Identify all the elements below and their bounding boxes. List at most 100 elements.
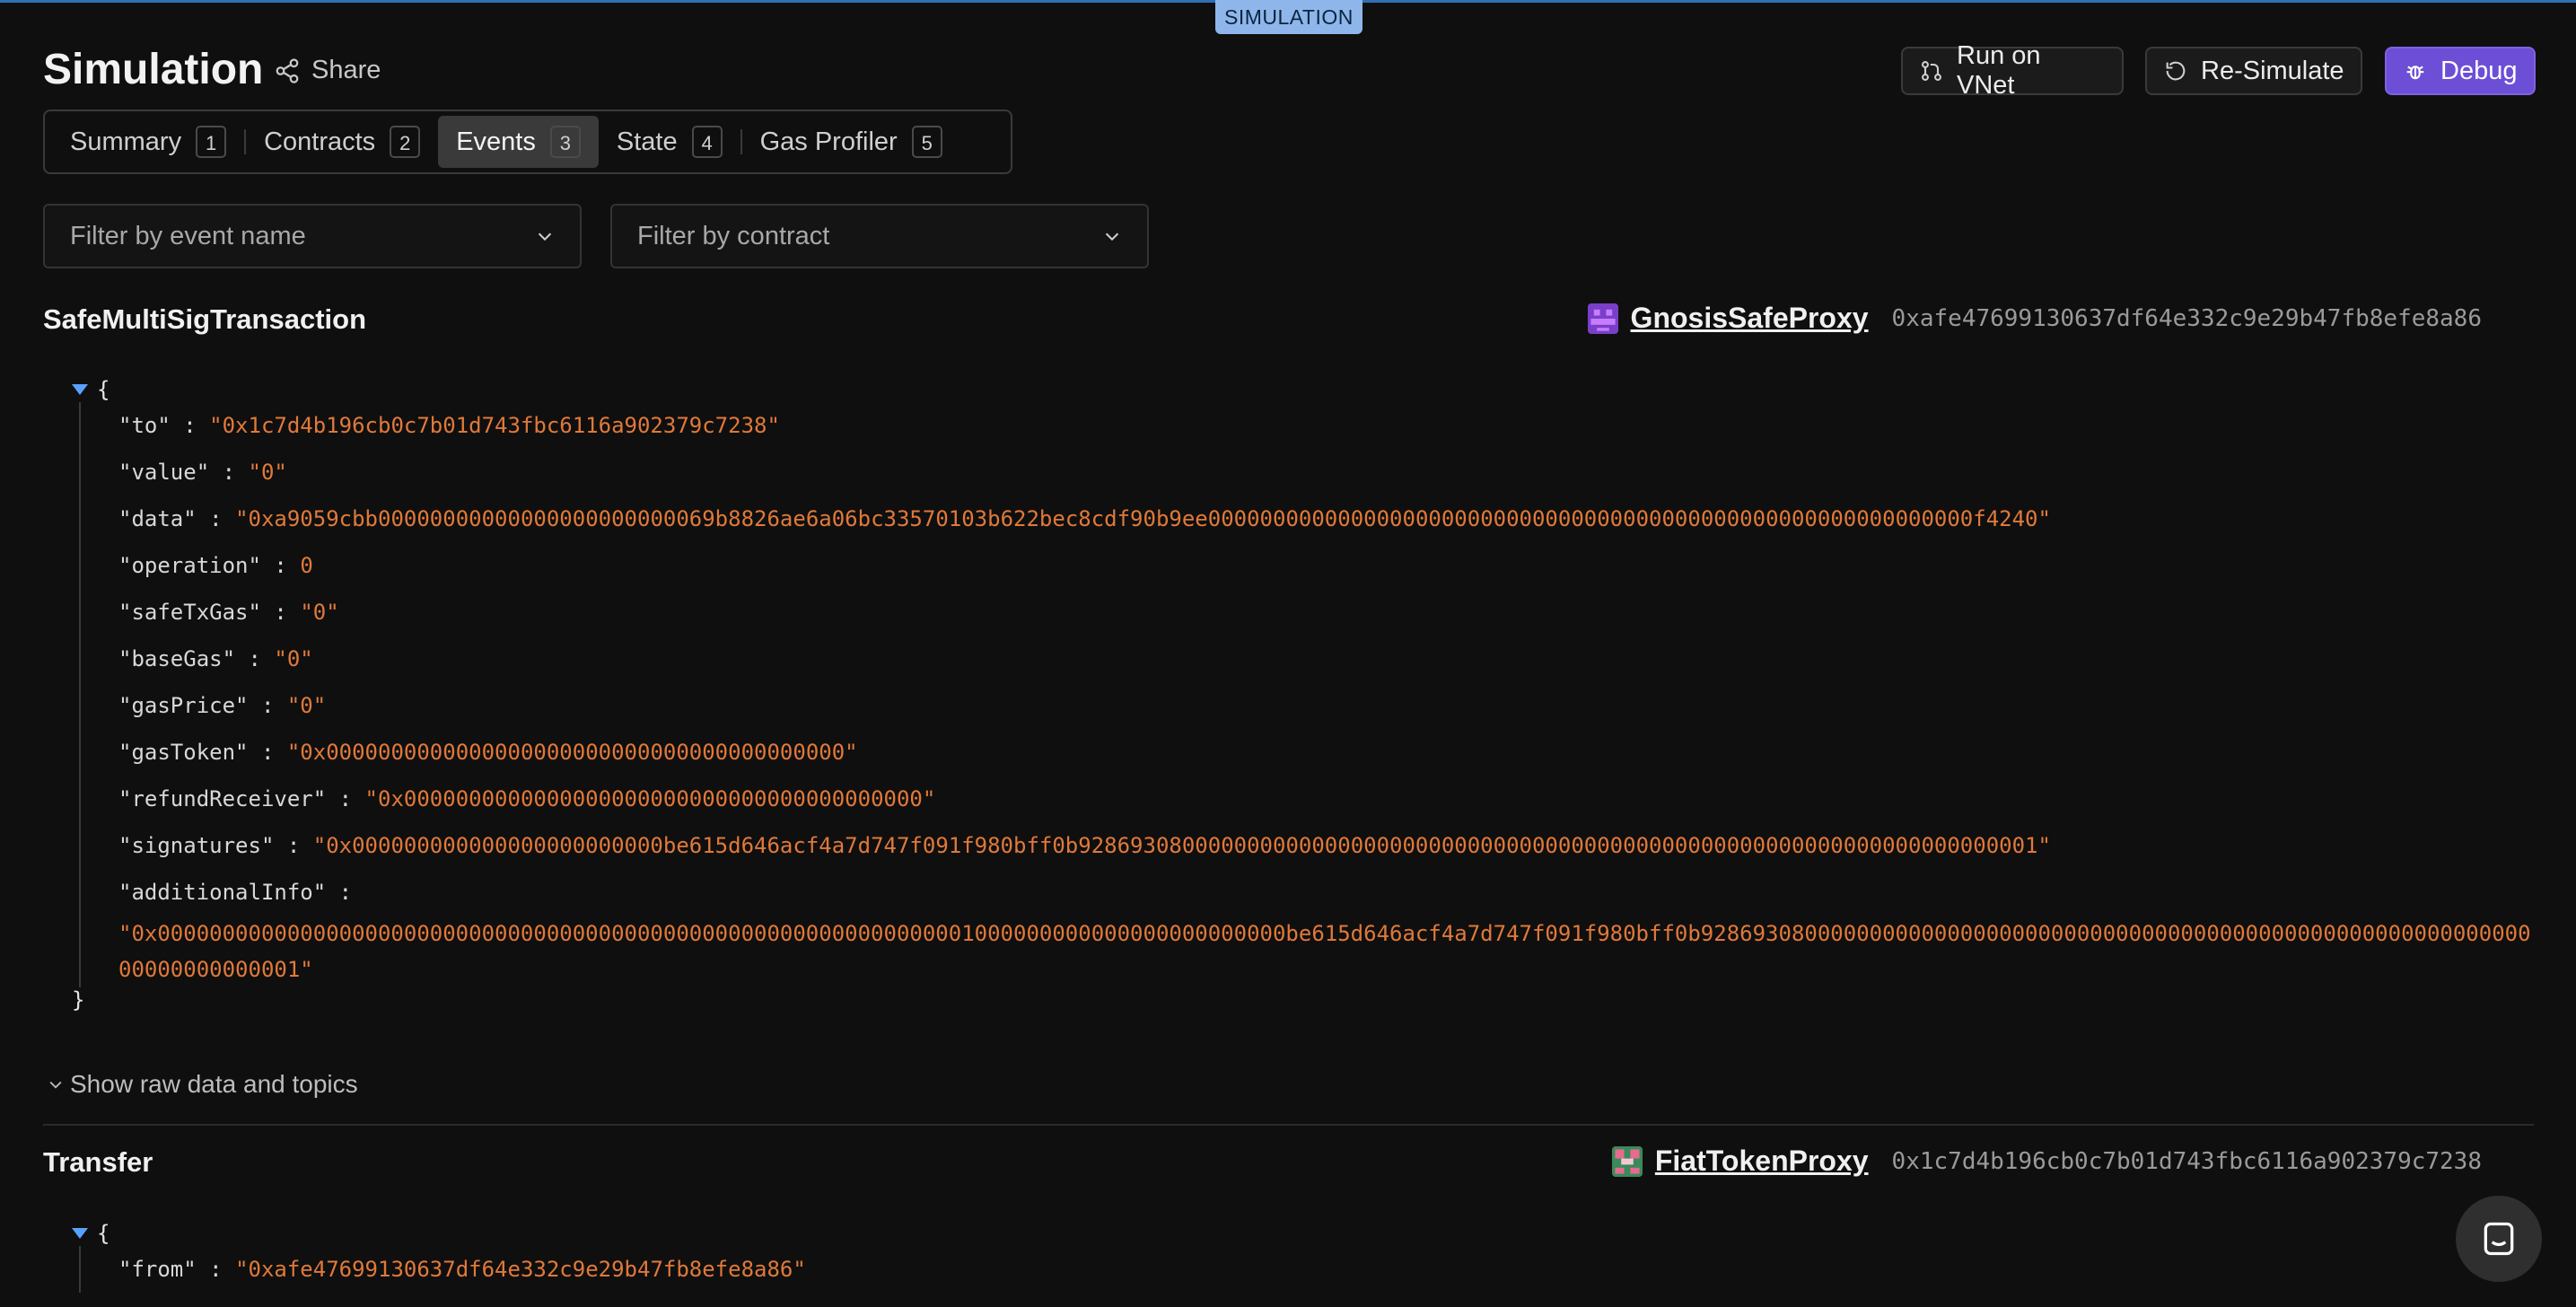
json-colon: : bbox=[260, 693, 275, 718]
tab-gas-profiler[interactable]: Gas Profiler 5 bbox=[742, 116, 960, 168]
json-row: "from" : "0xafe47699130637df64e332c9e29b… bbox=[118, 1246, 806, 1293]
json-key: "safeTxGas" bbox=[118, 600, 261, 625]
tab-state[interactable]: State 4 bbox=[599, 116, 740, 168]
json-body: "to" : "0x1c7d4b196cb0c7b01d743fbc6116a9… bbox=[79, 402, 2542, 987]
tab-label: Gas Profiler bbox=[759, 127, 898, 156]
json-row: "to" : "0x1c7d4b196cb0c7b01d743fbc6116a9… bbox=[118, 402, 2542, 449]
json-close-brace: } bbox=[72, 987, 85, 1013]
json-open-brace: { bbox=[97, 377, 110, 402]
json-row: "operation" : 0 bbox=[118, 542, 2542, 589]
json-open: { bbox=[72, 1221, 806, 1246]
debug-button[interactable]: Debug bbox=[2385, 47, 2536, 95]
chat-launcher-button[interactable] bbox=[2456, 1196, 2542, 1282]
json-row: "gasToken" : "0x000000000000000000000000… bbox=[118, 729, 2542, 776]
json-colon: : bbox=[260, 740, 275, 765]
run-on-vnet-label: Run on VNet bbox=[1957, 41, 2041, 100]
collapse-caret-icon[interactable] bbox=[72, 1228, 88, 1239]
json-key: "baseGas" bbox=[118, 646, 236, 671]
debug-label: Debug bbox=[2440, 56, 2518, 85]
git-branch-icon bbox=[1922, 61, 1941, 81]
json-row: "value" : "0" bbox=[118, 449, 2542, 496]
json-value: "0xa9059cbb00000000000000000000000069b88… bbox=[235, 506, 2051, 531]
json-value: "0x0000000000000000000000000000000000000… bbox=[286, 740, 858, 765]
tab-bar: Summary 1 Contracts 2 Events 3 State 4 G… bbox=[43, 110, 1012, 174]
run-on-vnet-button[interactable]: Run on VNet bbox=[1901, 41, 2124, 100]
json-value: "0x0000000000000000000000000000000000000… bbox=[118, 921, 2531, 982]
chevron-down-icon bbox=[538, 232, 552, 241]
filter-event-name-placeholder: Filter by event name bbox=[70, 221, 306, 250]
json-value: 0 bbox=[300, 553, 313, 578]
tab-count: 5 bbox=[911, 126, 942, 158]
tab-contracts[interactable]: Contracts 2 bbox=[246, 116, 438, 168]
json-key: "refundReceiver" bbox=[118, 786, 327, 811]
json-colon: : bbox=[183, 413, 197, 438]
json-value: "0" bbox=[274, 646, 313, 671]
contract-avatar-icon bbox=[1611, 1145, 1643, 1177]
filter-event-name-select[interactable]: Filter by event name bbox=[43, 204, 582, 268]
contract-address: 0xafe47699130637df64e332c9e29b47fb8efe8a… bbox=[1891, 304, 2482, 332]
json-row: "data" : "0xa9059cbb00000000000000000000… bbox=[118, 496, 2542, 542]
json-key: "signatures" bbox=[118, 833, 275, 858]
show-raw-data-label: Show raw data and topics bbox=[70, 1070, 358, 1098]
re-simulate-button[interactable]: Re-Simulate bbox=[2145, 47, 2362, 95]
json-key: "value" bbox=[118, 460, 210, 485]
json-colon: : bbox=[209, 1257, 223, 1282]
event-name: Transfer bbox=[43, 1146, 153, 1178]
json-open: { bbox=[72, 377, 2542, 402]
json-row: "gasPrice" : "0" bbox=[118, 682, 2542, 729]
tab-events[interactable]: Events 3 bbox=[438, 116, 599, 168]
json-body: "from" : "0xafe47699130637df64e332c9e29b… bbox=[79, 1246, 806, 1293]
re-simulate-label: Re-Simulate bbox=[2201, 56, 2344, 85]
event-divider bbox=[43, 1124, 2534, 1126]
json-row: "additionalInfo" : bbox=[118, 869, 2542, 916]
tab-count: 3 bbox=[549, 126, 581, 158]
tab-label: Summary bbox=[70, 127, 182, 156]
chevron-down-icon bbox=[1105, 232, 1119, 241]
json-key: "to" bbox=[118, 413, 171, 438]
tab-label: Events bbox=[456, 127, 536, 156]
collapse-caret-icon[interactable] bbox=[72, 384, 88, 395]
share-button[interactable]: Share bbox=[274, 56, 381, 85]
filter-contract-placeholder: Filter by contract bbox=[637, 221, 830, 250]
event-json-viewer: { "to" : "0x1c7d4b196cb0c7b01d743fbc6116… bbox=[72, 377, 2542, 1013]
json-row: "refundReceiver" : "0x000000000000000000… bbox=[118, 776, 2542, 822]
json-key: "additionalInfo" bbox=[118, 880, 327, 905]
bug-icon bbox=[2406, 66, 2424, 80]
share-label: Share bbox=[311, 56, 381, 84]
contract-name-link[interactable]: GnosisSafeProxy bbox=[1631, 302, 1869, 335]
filter-contract-select[interactable]: Filter by contract bbox=[610, 204, 1149, 268]
contract-address: 0x1c7d4b196cb0c7b01d743fbc6116a902379c72… bbox=[1891, 1147, 2482, 1175]
event-name: SafeMultiSigTransaction bbox=[43, 303, 367, 335]
json-colon: : bbox=[286, 833, 301, 858]
simulation-badge: SIMULATION bbox=[1215, 0, 1362, 34]
tab-count: 4 bbox=[691, 126, 723, 158]
event-contract: FiatTokenProxy 0x1c7d4b196cb0c7b01d743fb… bbox=[1611, 1145, 2482, 1178]
json-value: "0x1c7d4b196cb0c7b01d743fbc6116a902379c7… bbox=[209, 413, 780, 438]
json-key: "from" bbox=[118, 1257, 197, 1282]
json-row: "baseGas" : "0" bbox=[118, 636, 2542, 682]
show-raw-data-link[interactable]: Show raw data and topics bbox=[47, 1070, 358, 1099]
json-colon: : bbox=[274, 600, 287, 625]
event-contract: GnosisSafeProxy 0xafe47699130637df64e332… bbox=[1587, 302, 2482, 335]
tab-count: 1 bbox=[196, 126, 227, 158]
tab-label: State bbox=[616, 127, 678, 156]
json-open-brace: { bbox=[97, 1221, 110, 1246]
contract-name-link[interactable]: FiatTokenProxy bbox=[1655, 1145, 1869, 1178]
refresh-icon bbox=[2166, 61, 2186, 81]
chevron-down-icon bbox=[49, 1081, 62, 1089]
json-key: "gasToken" bbox=[118, 740, 249, 765]
json-value: "0" bbox=[248, 460, 287, 485]
json-value: "0" bbox=[300, 600, 339, 625]
tab-summary[interactable]: Summary 1 bbox=[52, 116, 244, 168]
share-icon bbox=[276, 57, 299, 83]
tab-label: Contracts bbox=[264, 127, 376, 156]
json-key: "gasPrice" bbox=[118, 693, 249, 718]
tab-count: 2 bbox=[390, 126, 421, 158]
chat-icon bbox=[2484, 1222, 2514, 1256]
json-row: "signatures" : "0x0000000000000000000000… bbox=[118, 822, 2542, 869]
json-colon: : bbox=[338, 786, 353, 811]
json-colon: : bbox=[209, 506, 223, 531]
json-colon: : bbox=[222, 460, 236, 485]
json-key: "data" bbox=[118, 506, 197, 531]
contract-avatar-icon bbox=[1587, 303, 1618, 334]
